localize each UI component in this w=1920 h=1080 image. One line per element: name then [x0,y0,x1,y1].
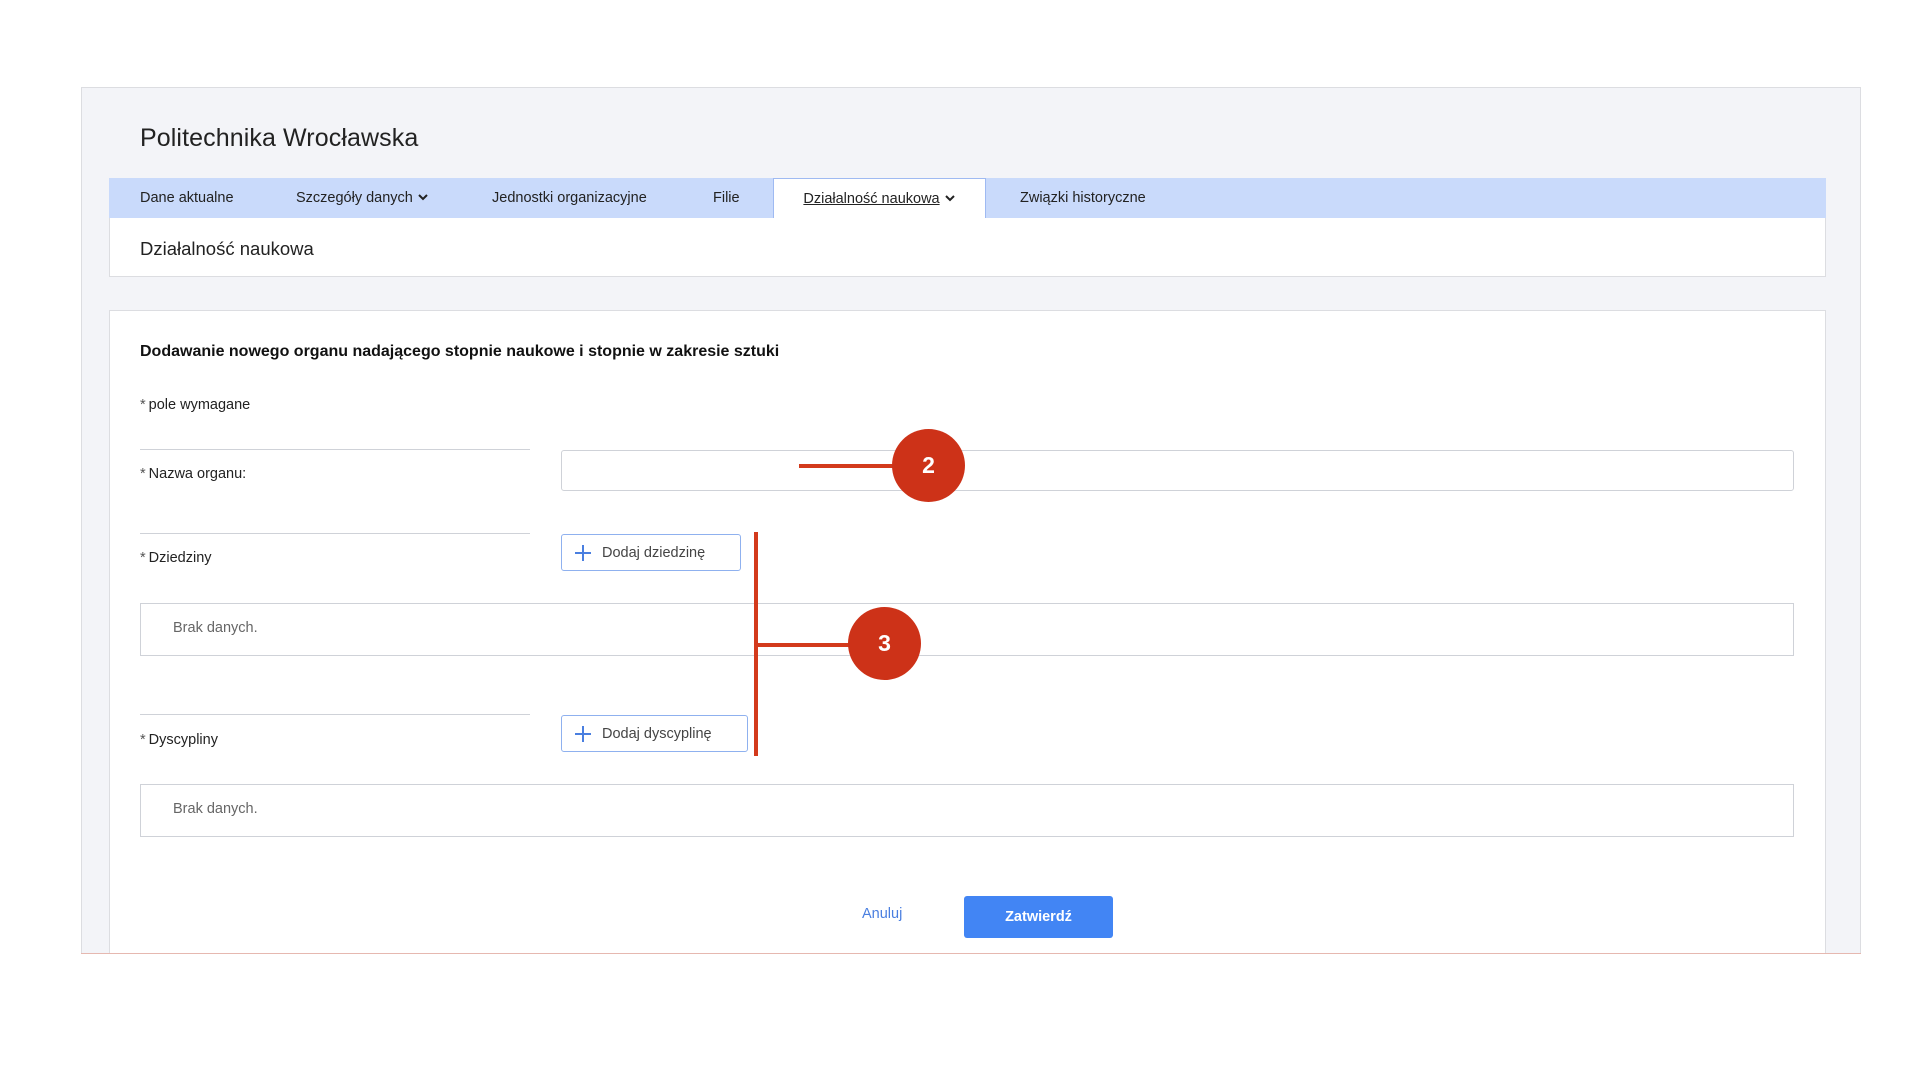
frame-bottom-edge [81,953,1861,954]
required-note-text: pole wymagane [148,397,251,413]
tab-label: Związki historyczne [1020,190,1146,206]
section-header [109,218,1826,277]
add-domain-label: Dodaj dziedzinę [602,544,706,561]
name-field-label-text: Nazwa organu: [148,466,247,482]
annotation-badge-3: 3 [848,607,921,680]
field-divider [140,449,530,450]
chevron-down-icon [418,194,428,201]
tab-bar: Dane aktualne Szczegóły danych Jednostki… [109,178,1826,218]
annotation-connector [799,464,897,468]
tab-zwiazki-historyczne[interactable]: Związki historyczne [1020,178,1146,218]
required-marker: * [140,550,146,566]
page-title: Politechnika Wrocławska [140,124,419,152]
section-title: Działalność naukowa [140,238,314,259]
domains-label: * Dziedziny [140,550,212,566]
tab-label: Szczegóły danych [296,190,413,206]
cancel-link[interactable]: Anuluj [862,906,902,922]
confirm-button[interactable]: Zatwierdź [964,896,1113,938]
add-domain-button[interactable]: Dodaj dziedzinę [561,534,741,571]
disciplines-label: * Dyscypliny [140,732,218,748]
field-divider [140,533,530,534]
tab-dane-aktualne[interactable]: Dane aktualne [140,178,234,218]
form-heading: Dodawanie nowego organu nadającego stopn… [140,343,780,360]
tab-label: Dane aktualne [140,190,234,206]
domains-empty-text: Brak danych. [173,620,258,636]
domains-list: Brak danych. [140,603,1794,656]
required-marker: * [140,397,146,413]
chevron-down-icon [944,195,955,202]
domains-label-text: Dziedziny [148,550,212,566]
disciplines-list: Brak danych. [140,784,1794,837]
name-field-label: * Nazwa organu: [140,466,246,482]
organ-name-input[interactable] [561,450,1794,491]
tab-label: Filie [713,190,740,206]
required-note: * pole wymagane [140,397,250,413]
tab-dzialalnosc-naukowa[interactable]: Działalność naukowa [773,178,986,218]
add-discipline-label: Dodaj dyscyplinę [602,725,712,742]
plus-icon [575,725,591,742]
disciplines-label-text: Dyscypliny [148,732,218,748]
tab-label: Jednostki organizacyjne [492,190,647,206]
annotation-badge-2: 2 [892,429,965,502]
required-marker: * [140,466,146,482]
tab-jednostki-organizacyjne[interactable]: Jednostki organizacyjne [492,178,647,218]
plus-icon [575,544,591,561]
required-marker: * [140,732,146,748]
tab-label: Działalność naukowa [803,191,940,207]
tab-szczegoly-danych[interactable]: Szczegóły danych [296,178,429,218]
annotation-connector [754,643,854,647]
disciplines-empty-text: Brak danych. [173,801,258,817]
add-discipline-button[interactable]: Dodaj dyscyplinę [561,715,748,752]
field-divider [140,714,530,715]
tab-filie[interactable]: Filie [713,178,740,218]
